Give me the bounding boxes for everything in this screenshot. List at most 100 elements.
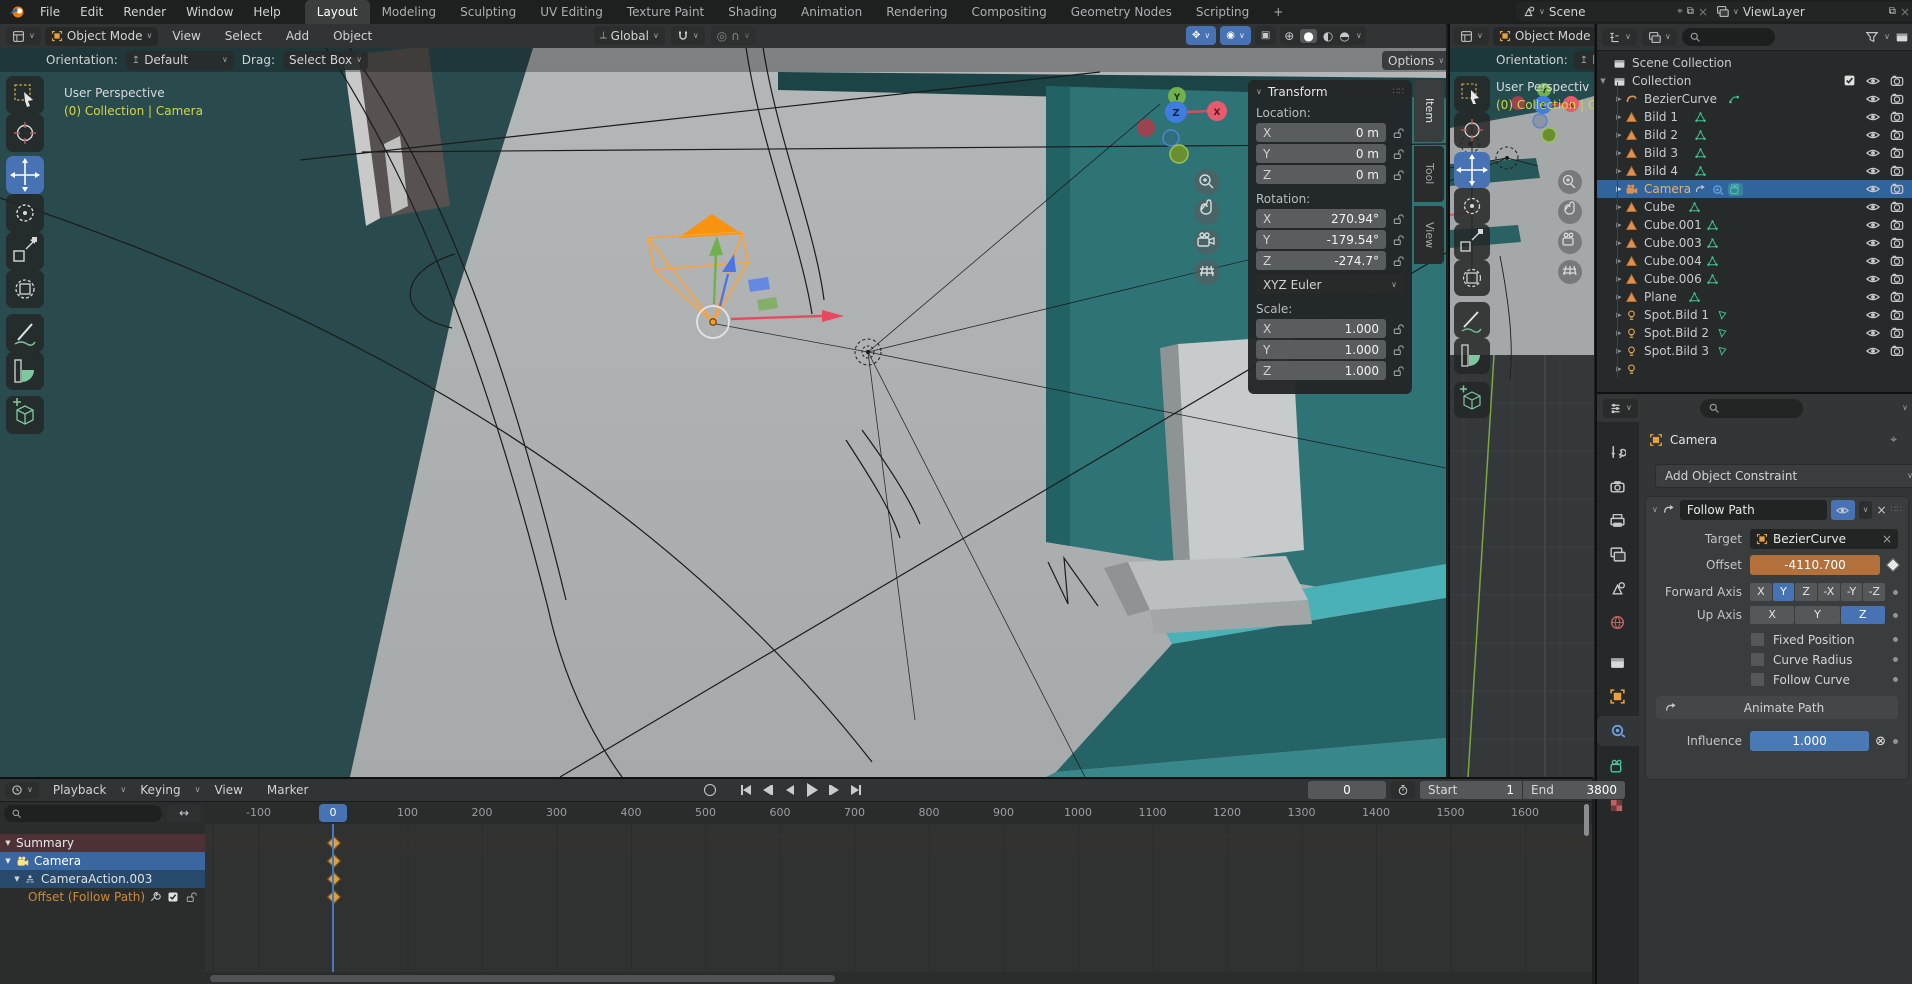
- 3d-scene-secondary[interactable]: Y Z X: [1450, 48, 1594, 777]
- scene-selector[interactable]: ∨ Scene ⌖ ⧉ ×: [1516, 2, 1714, 21]
- eye-icon[interactable]: [1866, 254, 1880, 268]
- outliner-type-button[interactable]: ∨: [1602, 28, 1637, 46]
- constraint-extras-icon[interactable]: ∨: [1859, 501, 1873, 519]
- tool-cursor[interactable]: [6, 114, 44, 152]
- timeline-ruler[interactable]: -100 100 200 300 400 500 600 700 800 900…: [205, 802, 1592, 825]
- workspace-tab-uv-editing[interactable]: UV Editing: [528, 0, 615, 24]
- render-visibility-icon[interactable]: [1890, 92, 1904, 106]
- outliner-display-mode[interactable]: ∨: [1642, 28, 1677, 46]
- npanel-tab-item[interactable]: Item: [1414, 80, 1444, 142]
- render-visibility-icon[interactable]: [1890, 236, 1904, 250]
- lock-icon[interactable]: [1392, 255, 1404, 267]
- mode-selector[interactable]: Object Mode∨: [45, 27, 158, 46]
- clear-influence-icon[interactable]: ⊗: [1875, 734, 1886, 749]
- location-z-field[interactable]: Z0 m: [1256, 165, 1386, 184]
- viewport-menu-view[interactable]: View: [162, 24, 210, 48]
- constraint-name-field[interactable]: Follow Path: [1680, 500, 1827, 520]
- npanel-tab-view[interactable]: View: [1414, 206, 1444, 264]
- properties-type-button[interactable]: ∨: [1603, 399, 1638, 418]
- workspace-tab-rendering[interactable]: Rendering: [874, 0, 959, 24]
- current-frame-field[interactable]: 0: [1308, 781, 1386, 799]
- menu-edit[interactable]: Edit: [70, 0, 113, 24]
- render-visibility-icon[interactable]: [1890, 128, 1904, 142]
- channel-enable-checkbox[interactable]: [167, 891, 179, 903]
- drag-dots-icon[interactable]: ∷∷: [1891, 505, 1902, 515]
- play-button[interactable]: [802, 781, 822, 799]
- outliner-row-spotbild2[interactable]: ▶ Spot.Bild 2: [1597, 324, 1912, 342]
- lock-icon[interactable]: [1392, 323, 1404, 335]
- workspace-tab-geometry-nodes[interactable]: Geometry Nodes: [1059, 0, 1184, 24]
- keyframe[interactable]: [327, 872, 341, 886]
- add-workspace-button[interactable]: +: [1261, 0, 1295, 24]
- current-frame-badge[interactable]: 0: [319, 804, 347, 822]
- tool-measure[interactable]: [1454, 338, 1490, 374]
- orientation-dropdown[interactable]: ↥Default∨: [126, 51, 234, 70]
- tab-world[interactable]: [1609, 614, 1626, 631]
- render-visibility-icon[interactable]: [1890, 308, 1904, 322]
- menu-window[interactable]: Window: [176, 0, 243, 24]
- filter-icon[interactable]: [1865, 30, 1879, 44]
- workspace-tab-compositing[interactable]: Compositing: [959, 0, 1058, 24]
- new-scene-icon[interactable]: ⧉: [1687, 6, 1694, 17]
- tool-select-box[interactable]: [6, 76, 44, 114]
- lock-icon[interactable]: [1392, 234, 1404, 246]
- properties-options-icon[interactable]: ∨: [1902, 404, 1908, 412]
- location-y-field[interactable]: Y0 m: [1256, 144, 1386, 163]
- tool-rotate[interactable]: [1454, 188, 1490, 224]
- delete-viewlayer-icon[interactable]: ×: [1900, 5, 1910, 19]
- render-visibility-icon[interactable]: [1890, 344, 1904, 358]
- fixed-position-checkbox[interactable]: [1750, 632, 1765, 647]
- tab-object-data[interactable]: [1609, 758, 1626, 775]
- timeline-menu-keying[interactable]: Keying: [130, 779, 190, 801]
- xray-toggle[interactable]: ▣: [1255, 26, 1276, 45]
- channel-summary[interactable]: ▼ Summary: [0, 834, 205, 852]
- eye-icon[interactable]: [1866, 74, 1880, 88]
- tab-tool[interactable]: [1609, 444, 1626, 461]
- outliner-row-cube006[interactable]: ▶ Cube.006: [1597, 270, 1912, 288]
- outliner-row-plane[interactable]: ▶ Plane: [1597, 288, 1912, 306]
- tool-annotate[interactable]: [6, 314, 44, 352]
- lock-icon[interactable]: [185, 891, 197, 903]
- constraint-delete-icon[interactable]: ×: [1876, 503, 1886, 517]
- next-keyframe-button[interactable]: [824, 781, 844, 799]
- rotation-x-field[interactable]: X270.94°: [1256, 209, 1386, 228]
- keyframe-diamond[interactable]: [1886, 558, 1900, 572]
- eye-icon[interactable]: [1866, 146, 1880, 160]
- rotation-z-field[interactable]: Z-274.7°: [1256, 251, 1386, 270]
- eye-icon[interactable]: [1866, 290, 1880, 304]
- tab-constraints-active[interactable]: [1597, 716, 1639, 746]
- eye-icon[interactable]: [1866, 272, 1880, 286]
- outliner-row-bild3[interactable]: ▶ Bild 3: [1597, 144, 1912, 162]
- pin-icon[interactable]: ⌖: [1890, 432, 1897, 447]
- eye-icon[interactable]: [1866, 236, 1880, 250]
- jump-to-start-button[interactable]: [736, 781, 756, 799]
- outliner-row-bild2[interactable]: ▶ Bild 2: [1597, 126, 1912, 144]
- eye-icon[interactable]: [1866, 218, 1880, 232]
- outliner-row-cube001[interactable]: ▶ Cube.001: [1597, 216, 1912, 234]
- pin-icon[interactable]: ⌖: [1677, 6, 1683, 17]
- new-collection-icon[interactable]: [1895, 30, 1909, 44]
- drag-dropdown[interactable]: Select Box∨: [283, 51, 368, 70]
- outliner-row-cube003[interactable]: ▶ Cube.003: [1597, 234, 1912, 252]
- options-button[interactable]: Options∨: [1382, 51, 1446, 70]
- animate-dot[interactable]: [1893, 657, 1898, 662]
- animate-dot[interactable]: [1893, 590, 1898, 595]
- outliner-row-beziercurve[interactable]: ▶ BezierCurve: [1597, 90, 1912, 108]
- viewport-menu-select[interactable]: Select: [215, 24, 272, 48]
- render-visibility-icon[interactable]: [1890, 254, 1904, 268]
- shading-wireframe-button[interactable]: ⊕: [1284, 29, 1294, 43]
- workspace-tab-layout[interactable]: Layout: [305, 0, 370, 24]
- outliner-row-spotbild3[interactable]: ▶ Spot.Bild 3: [1597, 342, 1912, 360]
- add-constraint-dropdown[interactable]: Add Object Constraint∨: [1655, 464, 1912, 488]
- lock-icon[interactable]: [1392, 365, 1404, 377]
- orientation-dropdown[interactable]: ↥D: [1574, 51, 1594, 70]
- eye-icon[interactable]: [1866, 92, 1880, 106]
- location-x-field[interactable]: X0 m: [1256, 123, 1386, 142]
- editor-type-button[interactable]: ∨: [1454, 27, 1489, 45]
- viewport-menu-add[interactable]: Add: [276, 24, 319, 48]
- npanel-tab-tool[interactable]: Tool: [1414, 146, 1444, 202]
- render-visibility-icon[interactable]: [1890, 74, 1904, 88]
- timeline-menu-marker[interactable]: Marker: [257, 779, 318, 801]
- tab-render[interactable]: [1609, 478, 1626, 495]
- lock-icon[interactable]: [1392, 169, 1404, 181]
